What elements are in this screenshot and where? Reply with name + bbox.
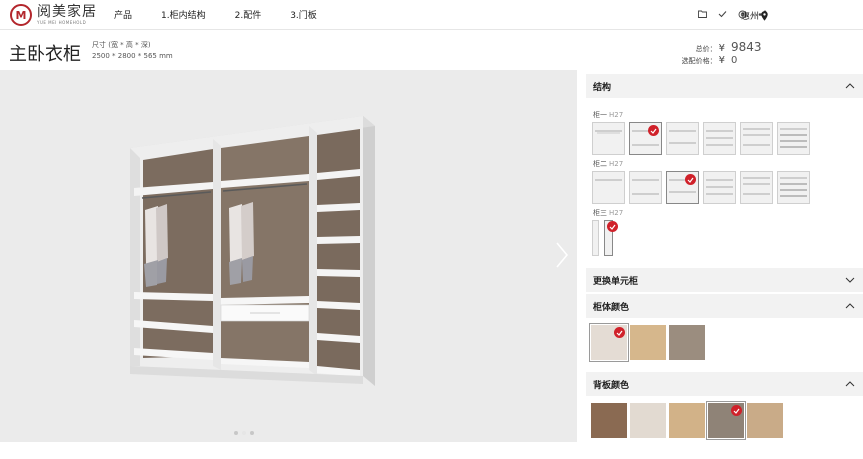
structure-option[interactable] [703,171,736,204]
product-title: 主卧衣柜 [9,44,81,65]
nav-item-products[interactable]: 产品 [114,8,132,21]
option-price-label: 选配价格： [681,57,717,65]
body-color-swatch[interactable] [589,323,629,362]
logo-mark: M [10,4,32,26]
section-structure-header[interactable]: 结构 [586,74,863,98]
selected-check-icon [731,405,742,416]
main-nav: 产品 1.柜内结构 2.配件 3.门板 [114,8,346,21]
structure-option[interactable] [666,122,699,155]
section-replace-unit-title: 更换单元柜 [593,276,639,287]
structure-option[interactable] [604,220,618,256]
slide-dot[interactable] [242,431,246,435]
body-color-swatches [589,323,863,362]
slide-indicator [234,431,254,435]
selected-check-icon [648,125,659,136]
structure-option[interactable] [592,122,625,155]
back-color-swatch[interactable] [669,403,705,438]
nav-item-doors[interactable]: 3.门板 [290,8,317,21]
cabinet-2-options [592,171,863,204]
next-slide-arrow-icon[interactable] [556,242,568,268]
selected-check-icon [614,327,625,338]
cabinet-1-label: 柜一 H27 [593,111,624,119]
option-price-currency: ¥ [718,55,725,66]
option-price-value: 0 [731,55,738,66]
structure-option[interactable] [592,171,625,204]
cabinet-3-label: 柜三 H27 [593,209,624,217]
section-structure-title: 结构 [593,82,612,93]
nav-item-accessories[interactable]: 2.配件 [235,8,262,21]
city-selector[interactable]: 惠州 [741,9,768,22]
selected-check-icon [607,221,618,232]
cabinet-3-options [592,220,863,257]
dimensions-value: 2500 * 2800 * 565 mm [92,52,173,60]
structure-option[interactable] [777,122,810,155]
check-icon[interactable] [717,9,727,19]
chevron-up-icon [845,381,855,387]
chevron-down-icon [845,277,855,283]
back-color-swatch[interactable] [591,403,627,438]
structure-option[interactable] [740,122,773,155]
structure-option[interactable] [629,122,662,155]
price-summary: 总价： ¥ 9843 选配价格： ¥ 0 [682,40,775,70]
back-color-swatch[interactable] [630,403,666,438]
chevron-up-icon [845,303,855,309]
wardrobe-3d-render [130,116,375,386]
folder-icon[interactable] [697,9,707,19]
brand-name-cn: 阅美家居 [37,4,97,20]
back-color-swatch[interactable] [747,403,783,438]
chevron-up-icon [845,83,855,89]
slide-dot[interactable] [250,431,254,435]
structure-option[interactable] [777,171,810,204]
structure-option[interactable] [592,220,599,256]
city-name: 惠州 [741,12,760,22]
section-replace-unit-header[interactable]: 更换单元柜 [586,268,863,292]
wardrobe-preview[interactable] [0,70,577,442]
top-navigation-bar: M 阅美家居 YUE MEI HOMEHOLD 产品 1.柜内结构 2.配件 3… [0,0,863,30]
total-price-label: 总价： [695,45,717,53]
product-dimensions: 尺寸 (宽 * 高 * 深) 2500 * 2800 * 565 mm [92,40,173,62]
selected-check-icon [685,174,696,185]
structure-option[interactable] [666,171,699,204]
total-price-currency: ¥ [718,43,725,54]
back-color-swatches [591,401,863,440]
back-color-swatch[interactable] [706,401,746,440]
structure-option[interactable] [740,171,773,204]
structure-option[interactable] [629,171,662,204]
config-panel: 结构 柜一 H27 柜二 H27 柜三 H27 更换单元柜 柜体颜色 背板颜色 [586,74,863,440]
brand-logo[interactable]: M 阅美家居 YUE MEI HOMEHOLD [10,4,97,26]
section-back-color-header[interactable]: 背板颜色 [586,372,863,396]
dimensions-label: 尺寸 (宽 * 高 * 深) [92,41,151,49]
total-price-value: 9843 [731,40,762,54]
body-color-swatch[interactable] [630,325,666,360]
cabinet-1-options [592,122,863,155]
brand-name-en: YUE MEI HOMEHOLD [37,20,87,25]
body-color-swatch[interactable] [669,325,705,360]
location-pin-icon [761,10,768,21]
structure-option[interactable] [703,122,736,155]
nav-item-interior[interactable]: 1.柜内结构 [161,8,206,21]
cabinet-2-label: 柜二 H27 [593,160,624,168]
section-body-color-title: 柜体颜色 [593,302,630,313]
slide-dot[interactable] [234,431,238,435]
section-body-color-header[interactable]: 柜体颜色 [586,294,863,318]
section-back-color-title: 背板颜色 [593,380,630,391]
